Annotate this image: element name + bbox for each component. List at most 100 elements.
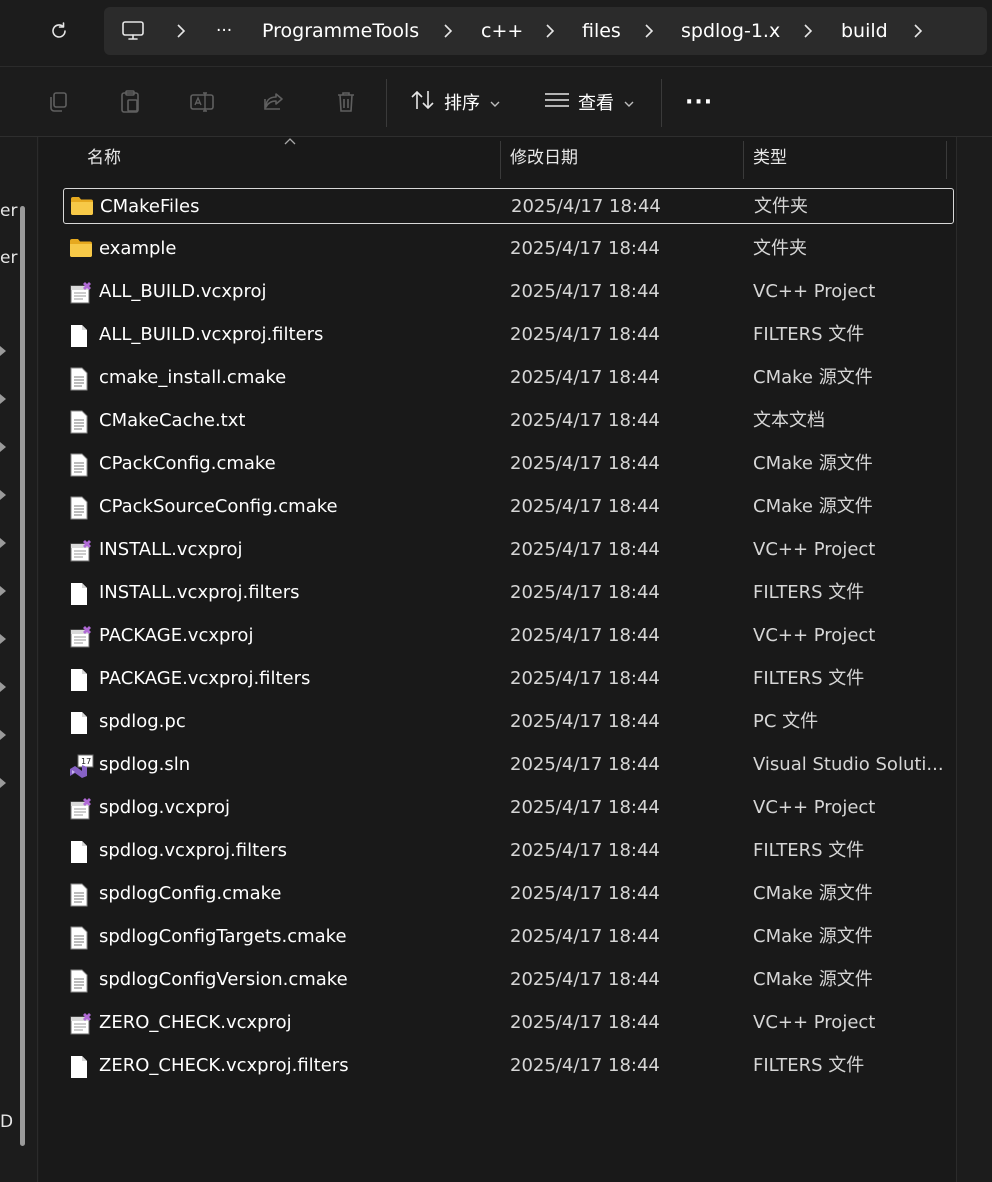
file-name[interactable]: PACKAGE.vcxproj.filters (99, 661, 310, 697)
file-row[interactable]: CPackConfig.cmake 2025/4/17 18:44 CMake 源文… (63, 446, 954, 482)
column-header-date[interactable]: 修改日期 (510, 137, 578, 179)
file-row[interactable]: spdlog.pc 2025/4/17 18:44 PC 文件 (63, 704, 954, 740)
chevron-right-icon[interactable] (171, 21, 191, 41)
file-row[interactable]: spdlog.vcxproj 2025/4/17 18:44 VC++ Projec… (63, 790, 954, 826)
file-row[interactable]: ZERO_CHECK.vcxproj.filters 2025/4/17 18:4… (63, 1048, 954, 1084)
nav-expand-icon[interactable] (0, 490, 6, 500)
breadcrumb-programmetools[interactable]: ProgrammeTools (262, 7, 419, 55)
file-type: PC 文件 (753, 711, 819, 732)
file-row[interactable]: INSTALL.vcxproj.filters 2025/4/17 18:44 FI… (63, 575, 954, 611)
rename-icon[interactable] (187, 87, 217, 117)
sort-icon (410, 89, 436, 116)
column-divider[interactable] (743, 141, 744, 179)
file-row[interactable]: example 2025/4/17 18:44 文件夹 (63, 231, 954, 267)
file-name[interactable]: spdlogConfigTargets.cmake (99, 919, 347, 955)
breadcrumb-build[interactable]: build (841, 7, 888, 55)
file-name[interactable]: spdlog.sln (99, 747, 190, 783)
file-name[interactable]: spdlogConfig.cmake (99, 876, 281, 912)
file-row[interactable]: ALL_BUILD.vcxproj.filters 2025/4/17 18:44… (63, 317, 954, 353)
file-row[interactable]: cmake_install.cmake 2025/4/17 18:44 CMake … (63, 360, 954, 396)
breadcrumb-files[interactable]: files (582, 7, 621, 55)
breadcrumb-cpp[interactable]: c++ (481, 7, 523, 55)
nav-expand-icon[interactable] (0, 778, 6, 788)
column-header-name[interactable]: 名称 (87, 137, 121, 179)
chevron-right-icon[interactable] (438, 21, 458, 41)
file-name[interactable]: spdlogConfigVersion.cmake (99, 962, 348, 998)
file-modified-date: 2025/4/17 18:44 (510, 582, 660, 603)
more-options-button[interactable]: ··· (685, 81, 713, 123)
text-file-icon (69, 926, 93, 950)
file-modified-date: 2025/4/17 18:44 (510, 453, 660, 474)
chevron-right-icon[interactable] (908, 21, 928, 41)
column-divider[interactable] (500, 141, 501, 179)
file-modified-date: 2025/4/17 18:44 (510, 281, 660, 302)
file-row[interactable]: spdlogConfig.cmake 2025/4/17 18:44 CMake 源… (63, 876, 954, 912)
file-name[interactable]: ALL_BUILD.vcxproj (99, 274, 266, 310)
file-name[interactable]: ZERO_CHECK.vcxproj.filters (99, 1048, 349, 1084)
view-button[interactable]: 查看 (544, 81, 634, 123)
file-modified-date: 2025/4/17 18:44 (510, 1055, 660, 1076)
file-row[interactable]: CMakeCache.txt 2025/4/17 18:44 文本文档 (63, 403, 954, 439)
toolbar-divider (661, 79, 662, 127)
file-row[interactable]: ZERO_CHECK.vcxproj 2025/4/17 18:44 VC++ Pr… (63, 1005, 954, 1041)
file-type: CMake 源文件 (753, 883, 873, 904)
file-name[interactable]: CMakeFiles (100, 189, 199, 225)
nav-item-fragment[interactable]: er (0, 248, 17, 268)
file-name[interactable]: CPackConfig.cmake (99, 446, 276, 482)
delete-icon[interactable] (331, 87, 361, 117)
file-row[interactable]: spdlogConfigVersion.cmake 2025/4/17 18:44… (63, 962, 954, 998)
file-name[interactable]: spdlog.vcxproj.filters (99, 833, 287, 869)
address-bar[interactable]: ··· ProgrammeTools c++ files spdlog-1.x … (104, 7, 987, 55)
copy-icon[interactable] (43, 87, 73, 117)
file-row[interactable]: ALL_BUILD.vcxproj 2025/4/17 18:44 VC++ Pro… (63, 274, 954, 310)
file-name[interactable]: CMakeCache.txt (99, 403, 245, 439)
share-icon[interactable] (259, 87, 289, 117)
nav-item-fragment[interactable]: er (0, 201, 17, 221)
breadcrumb-spdlog[interactable]: spdlog-1.x (681, 7, 780, 55)
refresh-icon[interactable] (42, 14, 76, 48)
file-name[interactable]: PACKAGE.vcxproj (99, 618, 253, 654)
file-row[interactable]: PACKAGE.vcxproj.filters 2025/4/17 18:44 FI… (63, 661, 954, 697)
file-name[interactable]: spdlog.vcxproj (99, 790, 230, 826)
file-name[interactable]: cmake_install.cmake (99, 360, 286, 396)
file-name[interactable]: INSTALL.vcxproj (99, 532, 243, 568)
column-divider[interactable] (946, 141, 947, 179)
file-icon (69, 1055, 93, 1078)
paste-icon[interactable] (115, 87, 145, 117)
nav-expand-icon[interactable] (0, 682, 6, 692)
nav-expand-icon[interactable] (0, 538, 6, 548)
nav-expand-icon[interactable] (0, 442, 6, 452)
file-row[interactable]: CMakeFiles 2025/4/17 18:44 文件夹 (63, 188, 954, 224)
nav-scrollbar[interactable] (20, 206, 25, 1146)
chevron-right-icon[interactable] (540, 21, 560, 41)
file-name[interactable]: INSTALL.vcxproj.filters (99, 575, 300, 611)
nav-expand-icon[interactable] (0, 346, 6, 356)
nav-expand-icon[interactable] (0, 730, 6, 740)
chevron-right-icon[interactable] (639, 21, 659, 41)
column-header-type[interactable]: 类型 (753, 137, 787, 179)
file-name[interactable]: ZERO_CHECK.vcxproj (99, 1005, 292, 1041)
breadcrumb-more[interactable]: ··· (216, 7, 232, 55)
computer-icon[interactable] (118, 16, 148, 46)
file-row[interactable]: INSTALL.vcxproj 2025/4/17 18:44 VC++ Proje… (63, 532, 954, 568)
nav-expand-icon[interactable] (0, 394, 6, 404)
vcxproj-icon (69, 797, 93, 820)
file-row[interactable]: PACKAGE.vcxproj 2025/4/17 18:44 VC++ Proje… (63, 618, 954, 654)
sort-button[interactable]: 排序 (410, 81, 500, 123)
file-row[interactable]: 17 spdlog.sln 2025/4/17 18:44 Visual Studio… (63, 747, 954, 783)
nav-expand-icon[interactable] (0, 634, 6, 644)
file-row[interactable]: CPackSourceConfig.cmake 2025/4/17 18:44 CM… (63, 489, 954, 525)
nav-expand-icon[interactable] (0, 586, 6, 596)
file-name[interactable]: example (99, 231, 176, 267)
file-type: CMake 源文件 (753, 969, 873, 990)
file-modified-date: 2025/4/17 18:44 (510, 625, 660, 646)
file-name[interactable]: ALL_BUILD.vcxproj.filters (99, 317, 323, 353)
file-name[interactable]: CPackSourceConfig.cmake (99, 489, 338, 525)
nav-item-fragment[interactable]: D (0, 1112, 13, 1132)
chevron-right-icon[interactable] (798, 21, 818, 41)
file-row[interactable]: spdlog.vcxproj.filters 2025/4/17 18:44 FIL… (63, 833, 954, 869)
file-row[interactable]: spdlogConfigTargets.cmake 2025/4/17 18:44… (63, 919, 954, 955)
file-type: CMake 源文件 (753, 926, 873, 947)
vcxproj-icon (69, 539, 93, 562)
file-name[interactable]: spdlog.pc (99, 704, 186, 740)
